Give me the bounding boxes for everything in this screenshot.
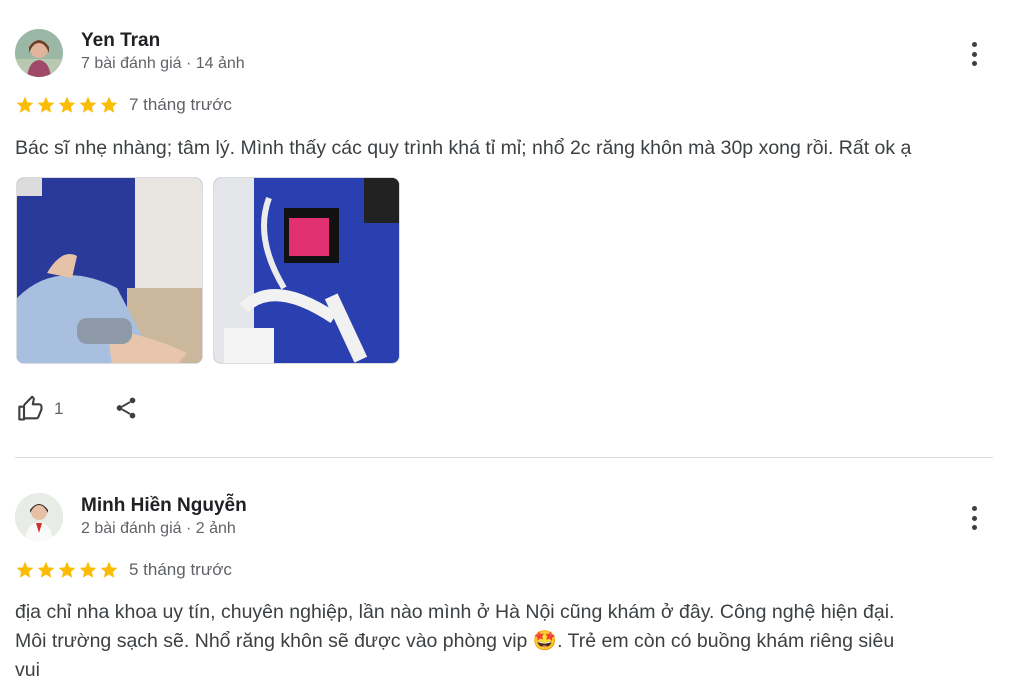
like-button[interactable]: 1: [16, 395, 63, 423]
star-icon: [79, 561, 97, 578]
reviewer-name[interactable]: Yen Tran: [81, 30, 160, 52]
star-rating: [15, 95, 119, 115]
photo-patient-chair: [17, 178, 202, 363]
review-text-line: địa chỉ nha khoa uy tín, chuyên nghiệp, …: [15, 601, 895, 623]
more-vert-icon-dot: [971, 515, 977, 521]
review-time: 7 tháng trước: [129, 95, 232, 114]
star-icon: [79, 96, 97, 113]
review-text-line: vui: [15, 659, 40, 681]
avatar-photo: [15, 493, 63, 541]
star-icon: [37, 96, 55, 113]
review-text-segment: Môi trường sạch sẽ. Nhổ răng khôn sẽ đượ…: [15, 630, 533, 652]
thumb-up-icon: [18, 395, 43, 421]
like-count: 1: [54, 399, 64, 418]
review-photo-1[interactable]: [16, 177, 203, 364]
more-vert-icon-dot: [971, 51, 977, 57]
review-text: Bác sĩ nhẹ nhàng; tâm lý. Mình thấy các …: [15, 137, 912, 159]
star-icon: [100, 561, 118, 578]
review-card-2: Minh Hiền Nguyễn 2 bài đánh giá · 2 ảnh …: [0, 458, 1018, 697]
more-options-button[interactable]: [962, 504, 986, 532]
reviewer-meta: 7 bài đánh giá · 14 ảnh: [81, 55, 245, 72]
more-vert-icon-dot: [971, 506, 977, 511]
star-icon: [16, 96, 34, 113]
review-text-segment: . Trẻ em còn có buồng khám riêng siêu: [557, 630, 895, 652]
share-button[interactable]: [113, 395, 139, 421]
more-vert-icon-dot: [971, 42, 977, 47]
more-vert-icon-dot: [971, 525, 977, 530]
star-icon: [58, 561, 76, 578]
avatar[interactable]: [15, 29, 63, 77]
star-icon: [16, 561, 34, 578]
review-photo-2[interactable]: [213, 177, 400, 364]
photo-dental-unit: [214, 178, 399, 363]
review-time: 5 tháng trước: [129, 560, 232, 579]
review-card-1: Yen Tran 7 bài đánh giá · 14 ảnh 7 tháng…: [0, 0, 1018, 457]
star-struck-emoji: 🤩: [532, 630, 558, 652]
more-vert-icon-dot: [971, 61, 977, 66]
reviewer-name[interactable]: Minh Hiền Nguyễn: [81, 495, 247, 517]
avatar[interactable]: [15, 493, 63, 541]
avatar-photo: [15, 29, 63, 77]
review-text-line: Môi trường sạch sẽ. Nhổ răng khôn sẽ đượ…: [15, 627, 1000, 656]
reviewer-meta: 2 bài đánh giá · 2 ảnh: [81, 520, 236, 537]
more-options-button[interactable]: [962, 40, 986, 68]
share-icon: [116, 397, 136, 419]
star-icon: [100, 96, 118, 113]
star-icon: [58, 96, 76, 113]
star-icon: [37, 561, 55, 578]
review-text: địa chỉ nha khoa uy tín, chuyên nghiệp, …: [15, 598, 1000, 685]
star-rating: [15, 560, 119, 580]
